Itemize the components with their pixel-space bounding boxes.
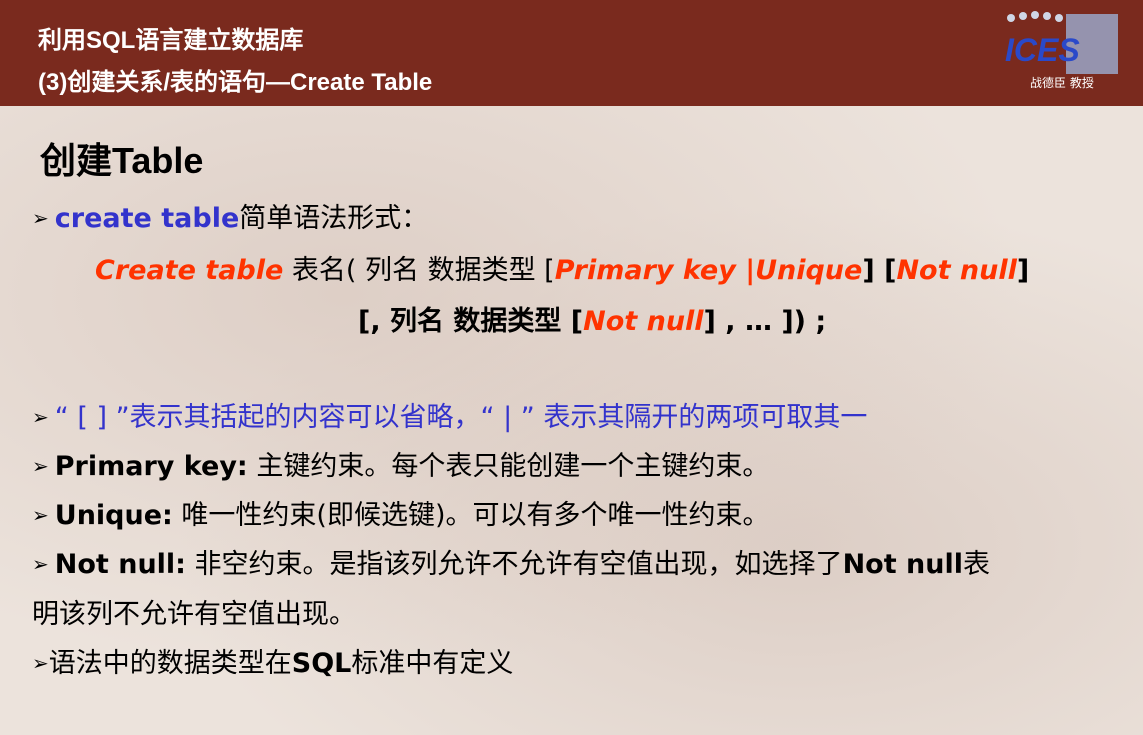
logo-wordmark: ICES <box>1005 32 1080 68</box>
bullet-arrow-icon: ➢ <box>32 651 49 675</box>
section-heading: 创建Table <box>40 140 204 181</box>
bullet-text: 标准中有定义 <box>351 648 514 679</box>
bullet-text: 主键约束。每个表只能创建一个主键约束。 <box>247 451 770 482</box>
syntax-text: ] <box>1016 255 1030 286</box>
slide-title-line2: (3)创建关系/表的语句—Create Table <box>38 69 433 96</box>
syntax-text: 表名( 列名 数据类型 [ <box>283 255 555 286</box>
bullet-text: “ [ ] ”表示其括起的内容可以省略，“ | ” 表示其隔开的两项可取其一 <box>54 402 868 433</box>
title-bar: 利用SQL语言建立数据库 (3)创建关系/表的语句—Create Table I… <box>0 0 1143 106</box>
bullet-text: 简单语法形式： <box>239 203 429 234</box>
syntax-text: ] [ <box>862 255 897 286</box>
bullet-arrow-icon: ➢ <box>32 405 49 429</box>
not-null-kw: Not null <box>896 255 1017 286</box>
bullet-not-null: ➢ Not null: 非空约束。是指该列允许不允许有空值出现，如选择了Not n… <box>32 542 990 581</box>
bullet-notation: ➢ “ [ ] ”表示其括起的内容可以省略，“ | ” 表示其隔开的两项可取其一 <box>32 395 867 434</box>
bullet-not-null-cont: 明该列不允许有空值出现。 <box>32 599 356 630</box>
create-table-kw: Create table <box>95 255 284 286</box>
bullet-arrow-icon: ➢ <box>32 454 49 478</box>
slide-title-line1: 利用SQL语言建立数据库 <box>38 27 304 54</box>
bullet-arrow-icon: ➢ <box>32 552 49 576</box>
syntax-line-2: [, 列名 数据类型 [Not null] , … ]) ; <box>358 299 826 338</box>
create-table-keyword: create table <box>54 203 240 234</box>
syntax-line-1: Create table 表名( 列名 数据类型 [Primary key |U… <box>95 248 1029 287</box>
not-null-kw: Not null <box>583 306 704 337</box>
bullet-text: 非空约束。是指该列允许不允许有空值出现，如选择了 <box>185 549 843 580</box>
term: Not null <box>842 549 963 580</box>
bullet-primary-key: ➢ Primary key: 主键约束。每个表只能创建一个主键约束。 <box>32 444 769 483</box>
bullet-arrow-icon: ➢ <box>32 206 49 230</box>
sql-term: SQL <box>291 648 352 679</box>
bullet-unique: ➢ Unique: 唯一性约束(即候选键)。可以有多个唯一性约束。 <box>32 493 769 532</box>
term: Not null: <box>54 549 186 580</box>
bullet-arrow-icon: ➢ <box>32 503 49 527</box>
bullet-create-table: ➢ create table简单语法形式： <box>32 196 428 235</box>
syntax-text: [, 列名 数据类型 [ <box>358 306 584 337</box>
term: Unique: <box>54 500 173 531</box>
term: Primary key: <box>54 451 248 482</box>
syntax-text: ] , … ]) ; <box>703 306 827 337</box>
bullet-text: 语法中的数据类型在 <box>48 648 292 679</box>
logo-caption: 战德臣 教授 <box>1030 76 1094 90</box>
bullet-text: 唯一性约束(即候选键)。可以有多个唯一性约束。 <box>172 500 770 531</box>
primary-unique-kw: Primary key |Unique <box>554 255 863 286</box>
bullet-text: 表 <box>962 549 990 580</box>
bullet-data-types: ➢语法中的数据类型在SQL标准中有定义 <box>32 641 513 680</box>
